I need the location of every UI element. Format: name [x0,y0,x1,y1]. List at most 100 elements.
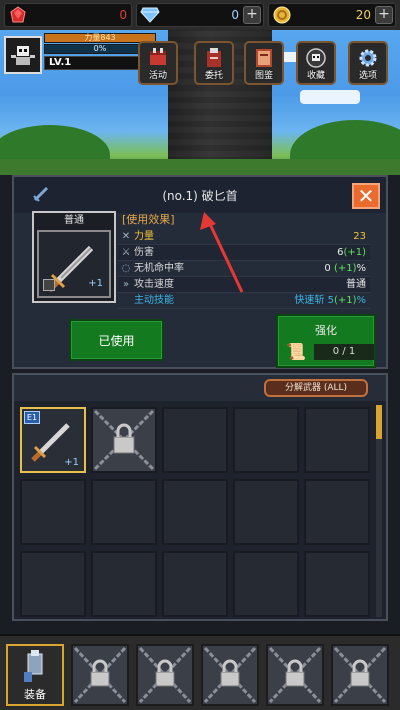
cloud [300,90,360,104]
stat-name: 主动技能 [134,295,174,306]
stat-value: 快速斩 5(+1)% [294,293,366,309]
upgrade-button[interactable]: 强化 📜 0 / 1 [276,314,376,368]
menu-book-label: 图鉴 [254,71,273,81]
inventory-scrollbar[interactable] [376,405,382,617]
locked-tab[interactable] [201,644,259,706]
damage-icon: ⚔ [121,247,131,258]
equipment-tab-label: 装备 [24,688,46,701]
gear-icon [359,49,377,67]
chained-lock-icon [73,646,127,704]
strength-bar-label: 力量 [84,33,101,42]
add-diamond-button[interactable]: + [243,6,261,24]
book-icon [256,49,272,67]
menu-options-button[interactable]: 选项 [348,41,388,85]
equipment-tab[interactable]: 装备 [6,644,64,706]
stat-bonus: (+1) [333,295,357,306]
menu-quest-label: 委托 [204,71,223,81]
stat-name: 攻击速度 [134,279,174,290]
menu-collection-label: 收藏 [306,71,325,81]
inventory-slot[interactable] [20,551,86,617]
stat-row-damage: ⚔ 伤害 6(+1) [118,245,370,261]
upgrade-label: 强化 [315,324,337,337]
inventory-slot[interactable] [233,407,299,473]
menu-event-button[interactable]: 活动 [138,41,178,85]
scrollbar-thumb[interactable] [376,405,382,439]
item-enhance-level: +1 [88,278,103,289]
add-gold-button[interactable]: + [375,6,393,24]
inventory-slot[interactable] [162,479,228,545]
hit-icon: ◌ [121,263,131,274]
chained-lock-icon [268,646,322,704]
stat-row-active-skill: 主动技能 快速斩 5(+1)% [118,293,370,309]
locked-tab[interactable] [266,644,324,706]
inventory-slot[interactable] [304,407,370,473]
effect-header: [使用效果] [122,213,175,226]
stat-value: 0 (+1)% [324,261,366,277]
inventory-slot[interactable] [91,551,157,617]
diamond-counter: 0 + [136,3,264,27]
speed-icon: » [122,279,130,290]
stat-value: 23 [353,231,366,242]
inventory-panel: 分解武器 (ALL) E1 +1 [12,373,388,621]
chained-lock-icon [93,409,155,471]
locked-tab[interactable] [331,644,389,706]
stat-name: 伤害 [134,247,154,258]
xp-value: 0% [93,44,107,53]
close-icon: ✕ [357,184,375,208]
item-image-slot: +1 [37,230,111,298]
menu-book-button[interactable]: 图鉴 [244,41,284,85]
inventory-header: 分解武器 (ALL) [14,375,386,401]
stat-bonus: (+1) [333,263,357,274]
stat-bonus: (+1) [343,247,366,258]
inventory-slot[interactable] [91,479,157,545]
locked-tab[interactable] [71,644,129,706]
disassemble-all-button[interactable]: 分解武器 (ALL) [264,379,368,397]
menu-quest-button[interactable]: 委托 [194,41,234,85]
menu-options-label: 选项 [358,71,377,81]
inventory-slot[interactable] [233,479,299,545]
inventory-slot-selected[interactable]: E1 +1 [20,407,86,473]
stat-value: 普通 [346,279,366,290]
chained-lock-icon [203,646,257,704]
bottom-tab-bar: 装备 [0,634,400,710]
inventory-slot[interactable] [20,479,86,545]
skull-icon [306,48,326,68]
chained-lock-icon [333,646,387,704]
stat-suffix: % [356,263,366,274]
ruby-icon [7,4,29,26]
strength-icon: ✕ [121,231,131,242]
stat-number: 快速斩 5 [294,295,334,306]
diamond-icon [139,4,161,26]
equipped-badge: E1 [24,411,40,424]
item-title: (no.1) 破匕首 [162,189,238,203]
stat-value: 6(+1) [337,245,366,261]
close-button[interactable]: ✕ [352,183,380,209]
strength-bar-value: 843 [100,33,116,42]
item-card: 普通 +1 [32,211,116,303]
upgrade-count: 0 / 1 [314,344,374,360]
skull-avatar-icon [11,46,35,65]
chained-lock-icon [138,646,192,704]
used-button[interactable]: 已使用 [69,319,164,361]
inventory-slot[interactable] [162,407,228,473]
gold-counter: 20 + [268,3,396,27]
scroll-icon: 📜 [286,342,306,361]
gold-value: 20 [355,8,371,22]
stat-row-attack-speed: » 攻击速度 普通 [118,277,370,293]
locked-tab[interactable] [136,644,194,706]
stat-suffix: % [356,295,366,306]
armor-icon [24,650,43,682]
inventory-slot[interactable] [304,551,370,617]
inventory-slot[interactable] [162,551,228,617]
stat-list: ✕ 力量 23 ⚔ 伤害 6(+1) ◌ 无机命中率 0 (+1)% » 攻击速… [118,229,370,309]
enhance-level: +1 [64,457,79,468]
avatar[interactable] [4,36,42,74]
grass [0,159,400,175]
inventory-slot-locked[interactable] [91,407,157,473]
menu-collection-button[interactable]: 收藏 [296,41,336,85]
item-lock-icon[interactable] [43,279,55,291]
ruby-value: 0 [119,8,127,22]
game-screen: 0 0 + 20 + 力量843 0% LV.1 活动 委托 图鉴 收藏 选项 … [0,0,400,710]
inventory-slot[interactable] [304,479,370,545]
inventory-slot[interactable] [233,551,299,617]
